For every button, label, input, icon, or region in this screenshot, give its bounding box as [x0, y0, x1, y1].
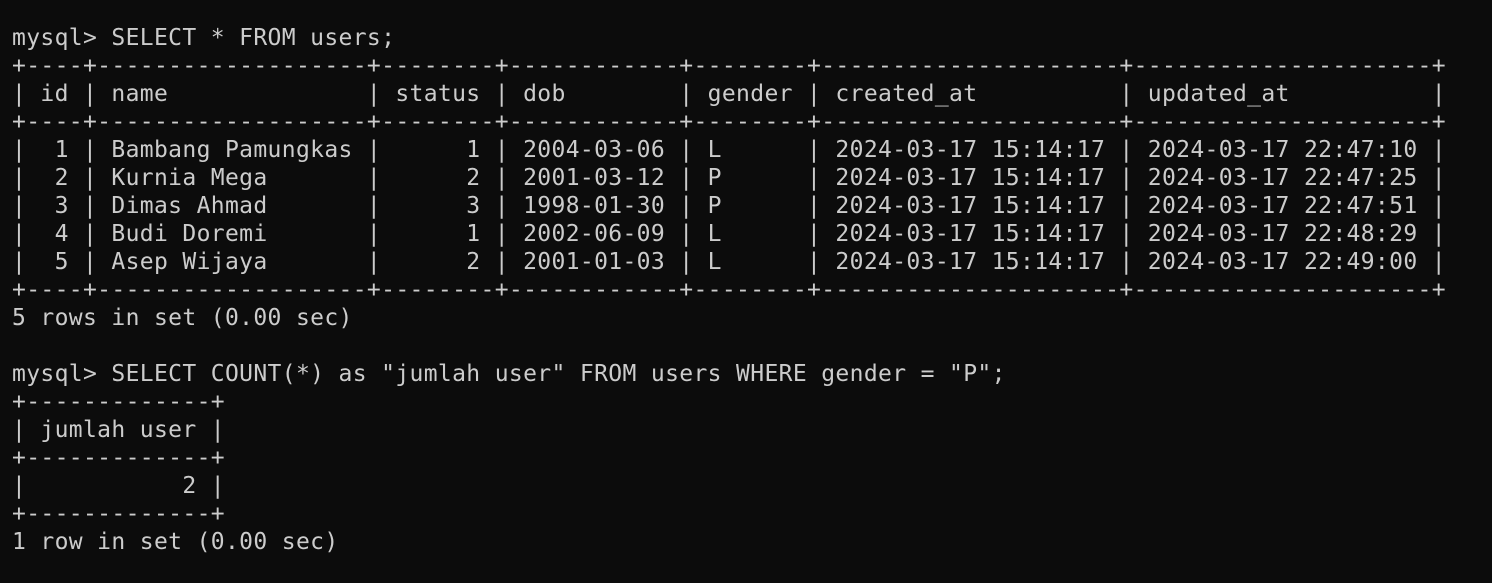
result-summary-1: 5 rows in set (0.00 sec): [12, 305, 353, 331]
table-border-header: +----+-------------------+--------+-----…: [12, 109, 1446, 135]
table-row: | 4 | Budi Doremi | 1 | 2002-06-09 | L |…: [12, 221, 1446, 247]
prompt-line-query-2: mysql> SELECT COUNT(*) as "jumlah user" …: [12, 361, 1006, 387]
table-border-bottom: +----+-------------------+--------+-----…: [12, 277, 1446, 303]
count-table-row: | 2 |: [12, 473, 225, 499]
table-border-top: +----+-------------------+--------+-----…: [12, 53, 1446, 79]
count-table-border-bottom: +-------------+: [12, 501, 225, 527]
table-header-row: | id | name | status | dob | gender | cr…: [12, 81, 1446, 107]
prompt-line-query-1: mysql> SELECT * FROM users;: [12, 25, 396, 51]
table-row: | 3 | Dimas Ahmad | 3 | 1998-01-30 | P |…: [12, 193, 1446, 219]
terminal-window[interactable]: mysql> SELECT * FROM users; +----+------…: [0, 0, 1492, 583]
table-row: | 2 | Kurnia Mega | 2 | 2001-03-12 | P |…: [12, 165, 1446, 191]
table-row: | 1 | Bambang Pamungkas | 1 | 2004-03-06…: [12, 137, 1446, 163]
count-table-border-header: +-------------+: [12, 445, 225, 471]
count-table-header-row: | jumlah user |: [12, 417, 225, 443]
table-row: | 5 | Asep Wijaya | 2 | 2001-01-03 | L |…: [12, 249, 1446, 275]
count-table-border-top: +-------------+: [12, 389, 225, 415]
result-summary-2: 1 row in set (0.00 sec): [12, 529, 339, 555]
